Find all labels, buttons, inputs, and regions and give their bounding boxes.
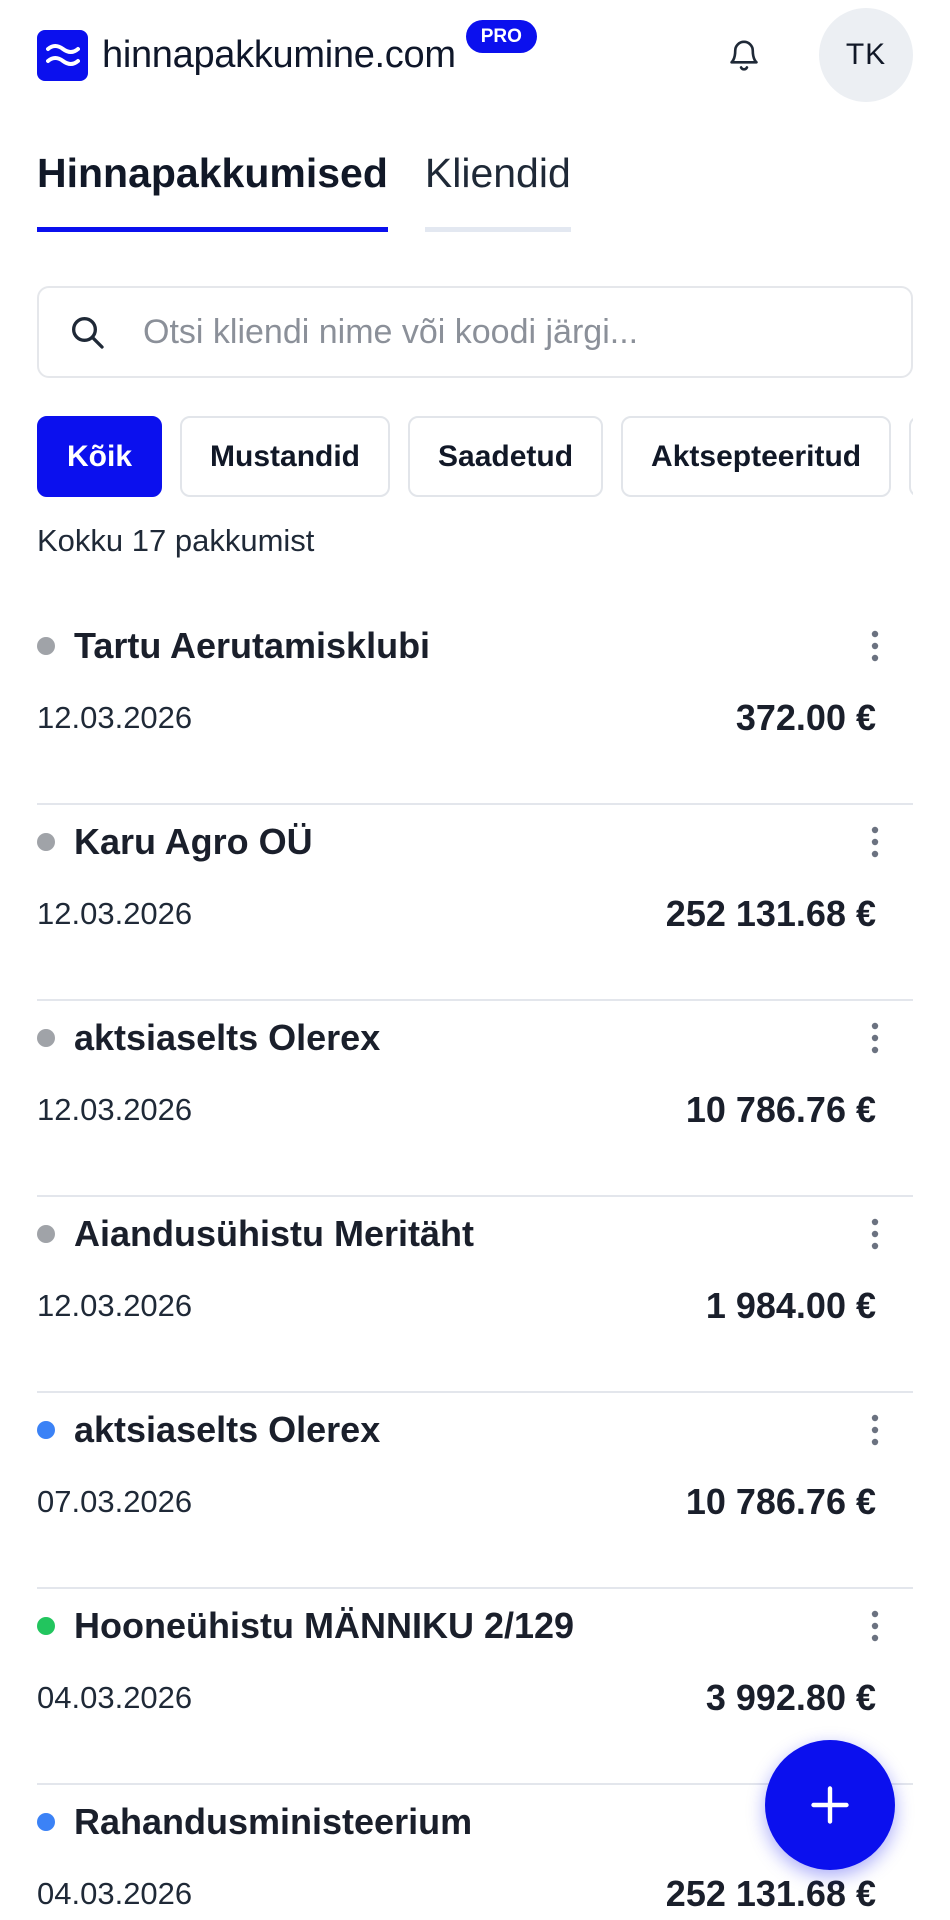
search-icon — [67, 312, 107, 352]
status-dot — [37, 1813, 55, 1831]
offer-date: 12.03.2026 — [37, 896, 193, 931]
app-header: hinnapakkumine.com PRO TK — [37, 0, 913, 110]
add-offer-button[interactable] — [765, 1740, 895, 1870]
status-dot — [37, 637, 55, 655]
more-vertical-icon[interactable] — [855, 626, 895, 666]
app-page: hinnapakkumine.com PRO TK Hinnapakkumise… — [0, 0, 950, 1920]
waves-icon — [37, 29, 88, 81]
tab-kliendid[interactable]: Kliendid — [424, 150, 571, 232]
client-name: Rahandusministeerium — [74, 1801, 473, 1842]
offer-amount: 372.00 € — [735, 697, 876, 738]
offer-amount: 3 992.80 € — [705, 1677, 876, 1718]
more-vertical-icon[interactable] — [855, 1214, 895, 1254]
tab-hinnapakkumised[interactable]: Hinnapakkumised — [37, 150, 388, 232]
client-name: Tartu Aerutamisklubi — [74, 625, 431, 666]
status-dot — [37, 1029, 55, 1047]
offer-amount: 252 131.68 € — [665, 893, 876, 934]
client-name: Aiandusühistu Meritäht — [74, 1213, 475, 1254]
more-vertical-icon[interactable] — [855, 1606, 895, 1646]
offer-row[interactable]: aktsiaselts Olerex 07.03.2026 10 786.76 € — [37, 1393, 913, 1589]
search-input[interactable] — [143, 312, 911, 352]
offer-amount: 252 131.68 € — [665, 1873, 876, 1914]
offer-date: 12.03.2026 — [37, 1092, 193, 1127]
filter-accepted[interactable]: Aktsepteeritud — [621, 416, 892, 497]
filter-sent[interactable]: Saadetud — [408, 416, 604, 497]
header-actions: TK — [714, 8, 913, 102]
offer-date: 04.03.2026 — [37, 1680, 193, 1715]
offer-amount: 10 786.76 € — [685, 1089, 876, 1130]
pro-badge: PRO — [465, 19, 537, 53]
status-dot — [37, 1617, 55, 1635]
client-name: aktsiaselts Olerex — [74, 1409, 381, 1450]
offer-amount: 10 786.76 € — [685, 1481, 876, 1522]
brand[interactable]: hinnapakkumine.com PRO — [37, 19, 537, 81]
client-name: Hooneühistu MÄNNIKU 2/129 — [74, 1605, 575, 1646]
client-name: aktsiaselts Olerex — [74, 1017, 381, 1058]
search-box — [37, 286, 913, 378]
brand-name: hinnapakkumine.com — [102, 33, 456, 76]
status-dot — [37, 833, 55, 851]
offer-row[interactable]: aktsiaselts Olerex 12.03.2026 10 786.76 € — [37, 1001, 913, 1197]
offer-date: 07.03.2026 — [37, 1484, 193, 1519]
more-vertical-icon[interactable] — [855, 822, 895, 862]
filter-all[interactable]: Kõik — [37, 416, 163, 497]
offer-date: 12.03.2026 — [37, 1288, 193, 1323]
avatar[interactable]: TK — [819, 8, 913, 102]
bell-icon[interactable] — [714, 25, 774, 85]
offer-row[interactable]: Aiandusühistu Meritäht 12.03.2026 1 984.00… — [37, 1197, 913, 1393]
offer-date: 12.03.2026 — [37, 700, 193, 735]
offer-row[interactable]: Tartu Aerutamisklubi 12.03.2026 372.00 € — [37, 609, 913, 805]
status-dot — [37, 1421, 55, 1439]
more-vertical-icon[interactable] — [855, 1018, 895, 1058]
filter-drafts[interactable]: Mustandid — [180, 416, 391, 497]
main-tabs: Hinnapakkumised Kliendid — [37, 150, 913, 232]
status-dot — [37, 1225, 55, 1243]
offer-amount: 1 984.00 € — [705, 1285, 876, 1326]
offers-count: Kokku 17 pakkumist — [37, 523, 315, 558]
more-vertical-icon[interactable] — [855, 1410, 895, 1450]
filter-more[interactable] — [909, 416, 913, 497]
client-name: Karu Agro OÜ — [74, 821, 313, 862]
offer-row[interactable]: Hooneühistu MÄNNIKU 2/129 04.03.2026 3 992… — [37, 1589, 913, 1785]
plus-icon — [811, 1786, 849, 1824]
offer-row[interactable]: Karu Agro OÜ 12.03.2026 252 131.68 € — [37, 805, 913, 1001]
status-filters: Kõik Mustandid Saadetud Aktsepteeritud — [37, 416, 913, 497]
offer-list: Tartu Aerutamisklubi 12.03.2026 372.00 € Ka… — [37, 609, 913, 1920]
offer-date: 04.03.2026 — [37, 1876, 193, 1911]
